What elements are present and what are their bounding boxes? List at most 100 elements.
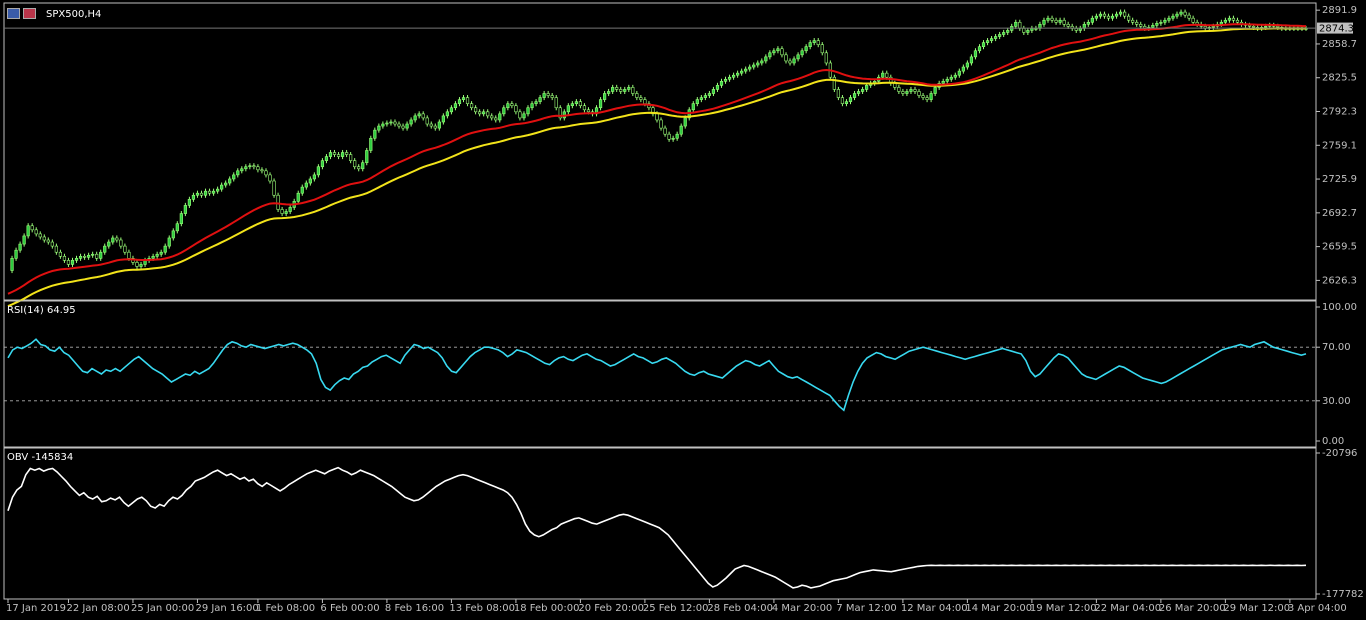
candle-body: [816, 40, 820, 45]
candle-body: [393, 121, 397, 125]
candle-body: [844, 101, 849, 104]
candle-body: [18, 243, 22, 251]
rsi-tick-label: 70.00: [1322, 342, 1351, 353]
candle-body: [885, 72, 889, 78]
price-axis: 2891.9 2858.7 2825.5 2792.3 2759.1 2725.9 2692…: [1316, 5, 1357, 286]
candle-body: [1050, 17, 1054, 21]
time-tick-label: 6 Feb 00:00: [320, 603, 379, 614]
candle-body: [965, 62, 969, 68]
candle-body: [1251, 26, 1256, 28]
candle-body: [602, 93, 607, 100]
time-tick-label: 18 Feb 00:00: [514, 603, 580, 614]
candle-body: [1223, 19, 1227, 23]
candle-body: [921, 95, 925, 98]
candle-body: [659, 119, 663, 129]
candle-body: [244, 166, 248, 170]
candle-body: [679, 125, 683, 135]
candle-body: [574, 101, 578, 104]
candle-body: [985, 40, 990, 43]
candle-body: [526, 107, 530, 115]
candle-body: [917, 91, 921, 96]
candle-body: [159, 251, 163, 255]
candle-body: [611, 87, 615, 92]
candle-body: [1163, 19, 1167, 23]
candle-body: [1018, 21, 1022, 29]
candle-body: [776, 48, 780, 52]
candle-body: [860, 89, 865, 92]
candle-body: [1118, 11, 1123, 15]
candle-body: [768, 52, 772, 58]
candle-body: [1219, 21, 1223, 25]
candle-body: [655, 113, 659, 121]
candle-body: [465, 97, 470, 104]
candle-body: [232, 174, 236, 180]
candle-body: [1090, 17, 1094, 23]
candle-body: [925, 97, 929, 100]
candle-body: [381, 123, 385, 127]
time-tick-label: 17 Jan 2019: [6, 603, 66, 614]
candle-body: [627, 87, 631, 90]
candle-body: [538, 97, 542, 102]
candle-body: [711, 89, 716, 94]
candle-body: [336, 154, 341, 157]
candle-body: [1086, 21, 1090, 25]
candle-body: [707, 93, 712, 96]
candle-body: [1110, 15, 1115, 19]
candle-body: [171, 230, 175, 239]
candle-body: [236, 170, 240, 176]
candle-body: [812, 40, 816, 43]
candle-body: [179, 213, 183, 225]
candle-body: [82, 255, 87, 258]
candle-body: [1094, 15, 1098, 19]
candle-body: [1247, 25, 1252, 27]
candle-body: [840, 97, 845, 104]
candle-body: [340, 152, 345, 157]
candle-body: [824, 52, 828, 64]
price-tick-label: 2659.5: [1322, 242, 1357, 253]
candle-body: [1014, 21, 1018, 27]
candle-body: [675, 133, 679, 139]
candle-body: [1006, 30, 1010, 33]
candle-body: [736, 72, 740, 76]
candle-body: [550, 95, 554, 98]
candle-body: [804, 46, 808, 52]
candle-body: [228, 178, 232, 184]
candle-body: [1030, 28, 1034, 31]
rsi-tick-label: 100.00: [1322, 302, 1357, 313]
time-tick-label: 20 Feb 20:00: [578, 603, 644, 614]
candle-body: [953, 74, 957, 78]
candle-body: [820, 44, 824, 54]
candle-body: [566, 105, 570, 113]
time-tick-label: 7 Mar 12:00: [836, 603, 896, 614]
candle-body: [933, 87, 937, 94]
candle-body: [445, 111, 449, 117]
candle-body: [288, 207, 292, 212]
candle-body: [619, 89, 623, 92]
candle-body: [308, 178, 312, 184]
candle-body: [1155, 22, 1159, 26]
candle-body: [135, 262, 139, 267]
candle-body: [969, 56, 974, 64]
price-tick-label: 2725.9: [1322, 174, 1357, 185]
obv-label: OBV -145834: [7, 452, 74, 463]
candle-body: [353, 160, 357, 168]
candle-body: [385, 122, 389, 125]
candle-body: [957, 70, 961, 76]
candle-body: [643, 99, 647, 104]
candle-body: [502, 107, 506, 115]
candle-body: [1264, 26, 1268, 28]
candle-body: [784, 54, 788, 62]
candle-body: [945, 78, 949, 82]
candle-body: [1123, 11, 1127, 17]
time-tick-label: 22 Mar 04:00: [1094, 603, 1161, 614]
candle-body: [369, 137, 373, 151]
candle-body: [639, 97, 643, 100]
symbol-label: SPX500,H4: [46, 9, 102, 20]
trading-chart[interactable]: 2891.9 2858.7 2825.5 2792.3 2759.1 2725.9 2692…: [0, 0, 1366, 620]
candle-body: [961, 66, 965, 72]
candle-body: [10, 258, 14, 271]
time-tick-label: 28 Feb 04:00: [707, 603, 773, 614]
candle-body: [70, 260, 75, 265]
candle-body: [413, 115, 417, 121]
candle-body: [453, 103, 458, 109]
